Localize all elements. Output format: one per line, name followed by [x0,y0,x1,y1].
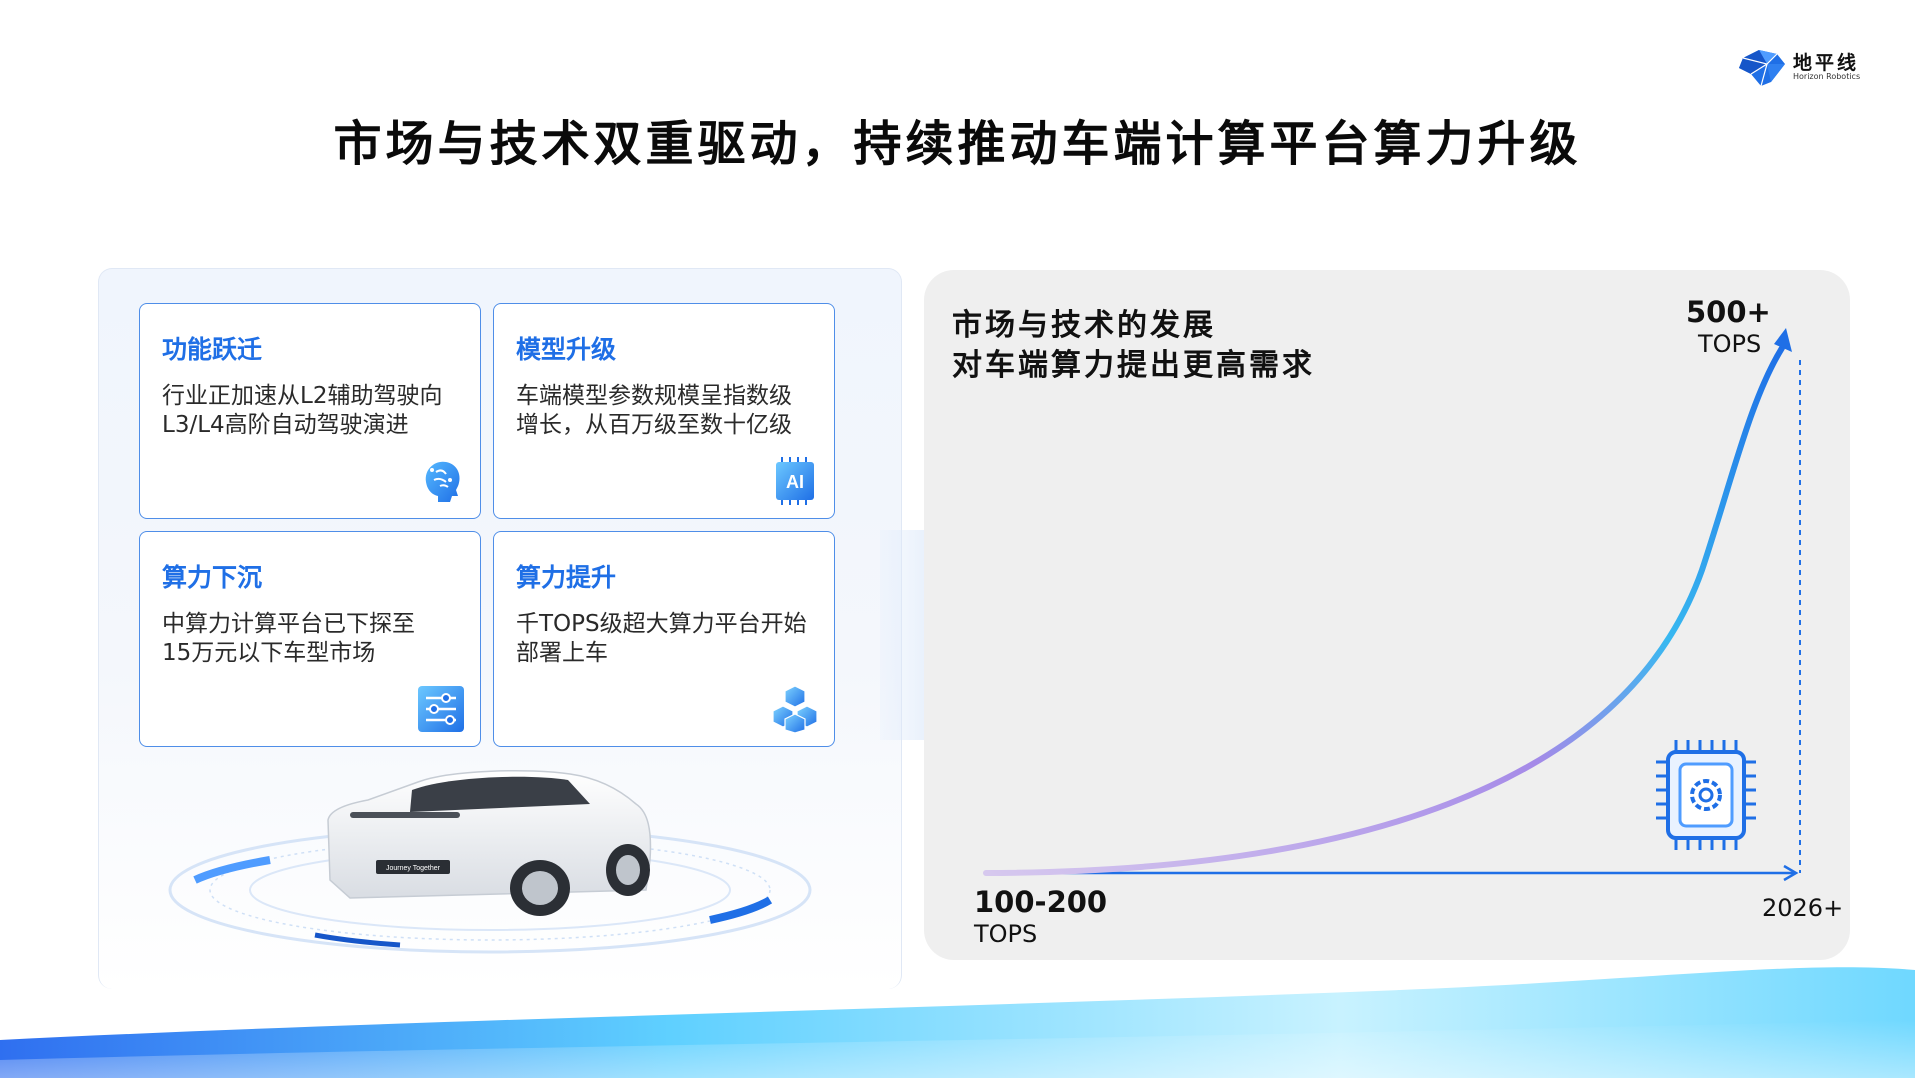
card-desc-line: L3/L4高阶自动驾驶演进 [162,412,409,438]
card-compute-sink: 算力下沉 中算力计算平台已下探至 15万元以下车型市场 [139,531,481,747]
card-function-leap: 功能跃迁 行业正加速从L2辅助驾驶向 L3/L4高阶自动驾驶演进 [139,303,481,519]
end-unit-label: TOPS [1697,330,1761,358]
horizon-logo-icon [1739,50,1785,86]
ai-chip-icon: AI [776,457,814,505]
card-desc-line: 增长，从百万级至数十亿级 [516,412,792,438]
card-compute-boost: 算力提升 千TOPS级超大算力平台开始 部署上车 [493,531,835,747]
end-x-label: 2026+ [1762,894,1843,922]
growth-curve [983,345,1785,876]
card-title: 算力下沉 [162,563,263,592]
brain-icon [425,461,460,502]
brand-name-en: Horizon Robotics [1793,72,1861,81]
brand-logo: 地平线 Horizon Robotics [1737,46,1867,88]
svg-text:AI: AI [786,472,804,492]
compute-growth-chart: 100-200 TOPS 500+ TOPS 2026+ [973,295,1843,948]
card-title: 算力提升 [516,563,617,592]
card-desc-line: 部署上车 [516,640,608,666]
card-title: 功能跃迁 [162,335,263,364]
page-title: 市场与技术双重驱动，持续推动车端计算平台算力升级 [333,116,1582,172]
brand-name-cn: 地平线 [1793,52,1860,74]
card-title: 模型升级 [516,335,617,364]
card-description: 行业正加速从L2辅助驾驶向 L3/L4高阶自动驾驶演进 [162,382,472,440]
card-desc-line: 车端模型参数规模呈指数级 [516,383,792,409]
card-desc-line: 千TOPS级超大算力平台开始 [516,611,807,637]
card-model-upgrade: 模型升级 车端模型参数规模呈指数级 增长，从百万级至数十亿级 AI [493,303,835,519]
card-description: 千TOPS级超大算力平台开始 部署上车 [516,610,826,668]
processor-gear-icon [1656,740,1756,850]
start-value-label: 100-200 [974,885,1107,919]
card-desc-line: 中算力计算平台已下探至 [162,611,415,637]
bottom-wave-decoration [0,967,1915,1078]
car-plate-text: Journey Together [386,865,441,872]
card-desc-line: 行业正加速从L2辅助驾驶向 [162,383,443,409]
car-illustration: Journey Together [168,769,812,954]
end-value-label: 500+ [1686,295,1771,329]
card-description: 车端模型参数规模呈指数级 增长，从百万级至数十亿级 [516,382,826,440]
card-description: 中算力计算平台已下探至 15万元以下车型市场 [162,610,472,668]
card-desc-line: 15万元以下车型市场 [162,640,376,666]
start-unit-label: TOPS [973,920,1037,948]
